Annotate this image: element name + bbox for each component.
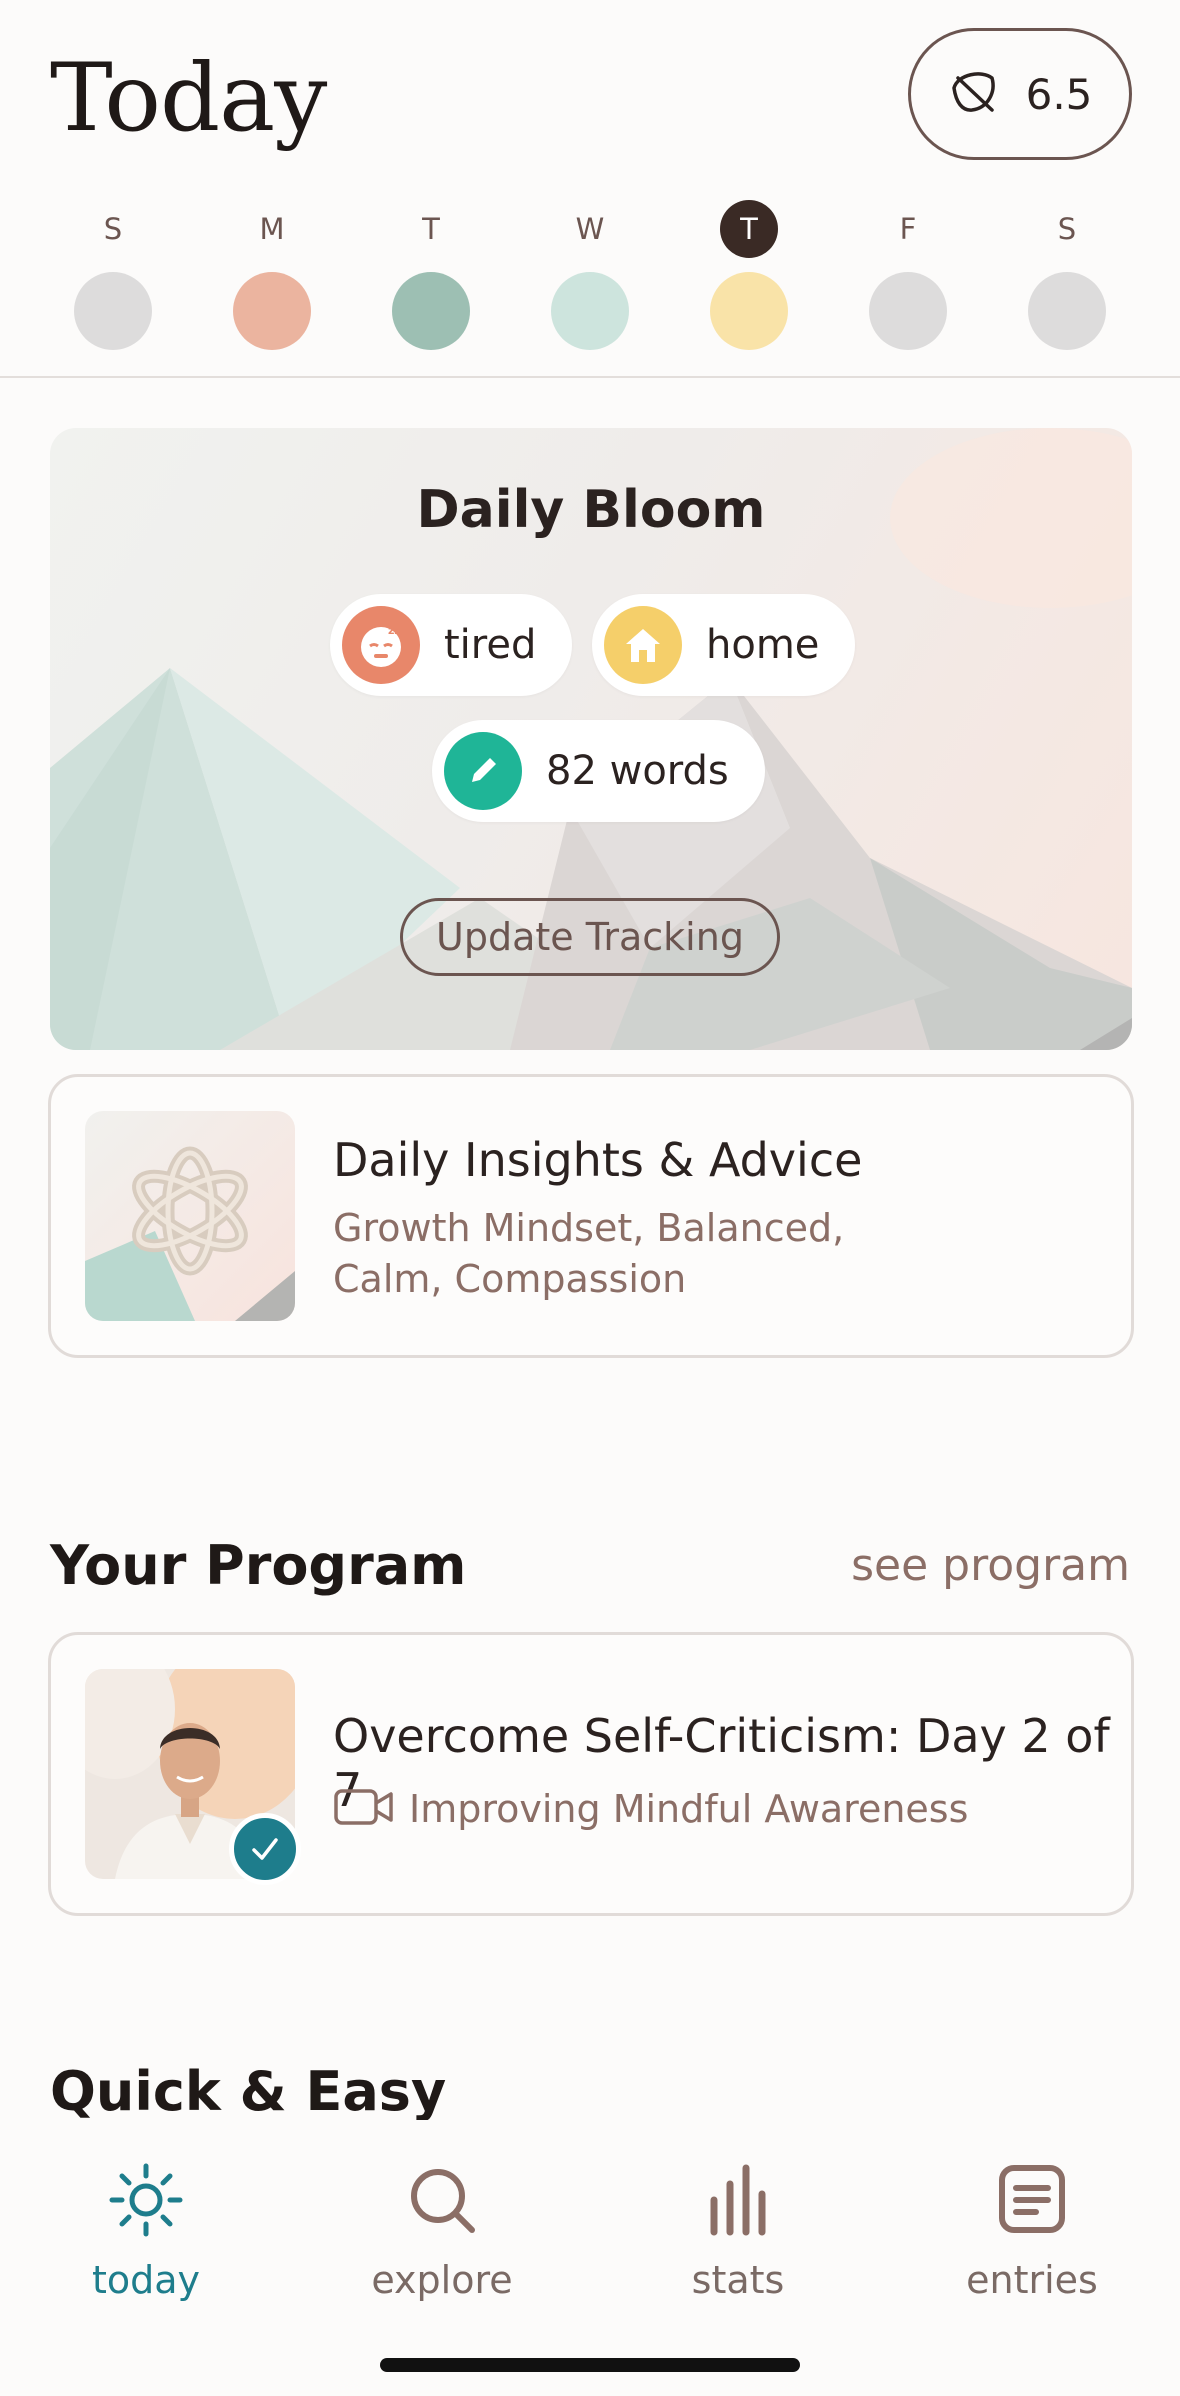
week-strip: S M T W T F S	[34, 200, 1146, 350]
program-subtitle-row: Improving Mindful Awareness	[333, 1787, 968, 1831]
day-letter: W	[575, 212, 605, 246]
pencil-icon	[444, 732, 522, 810]
words-chip[interactable]: 82 words	[432, 720, 765, 822]
home-icon	[604, 606, 682, 684]
day-mood-dot	[869, 272, 947, 350]
mood-label: tired	[444, 622, 537, 668]
insights-title: Daily Insights & Advice	[333, 1133, 863, 1187]
score-value: 6.5	[1025, 69, 1093, 119]
day-mood-dot	[551, 272, 629, 350]
day-thu[interactable]: T	[670, 200, 828, 350]
day-fri[interactable]: F	[829, 200, 987, 350]
completed-check-icon	[229, 1813, 301, 1885]
place-chip[interactable]: home	[592, 594, 856, 696]
nav-explore[interactable]: explore	[332, 2160, 552, 2302]
bar-chart-icon	[698, 2164, 778, 2244]
nav-entries[interactable]: entries	[922, 2160, 1142, 2302]
insights-subtitle-line1: Growth Mindset, Balanced,	[333, 1206, 845, 1250]
nav-today[interactable]: today	[36, 2160, 256, 2302]
day-tue[interactable]: T	[352, 200, 510, 350]
day-letter: T	[422, 212, 440, 246]
day-letter: F	[899, 212, 917, 246]
daily-insights-card[interactable]: Daily Insights & Advice Growth Mindset, …	[48, 1074, 1134, 1358]
daily-bloom-card[interactable]: Daily Bloom zz tired home 82 words Updat…	[50, 428, 1132, 1050]
home-indicator	[380, 2358, 800, 2372]
day-mood-dot	[74, 272, 152, 350]
insights-subtitle-line2: Calm, Compassion	[333, 1257, 687, 1301]
day-letter: S	[1057, 212, 1077, 246]
quick-section-title: Quick & Easy	[50, 2060, 447, 2123]
day-mood-dot	[710, 272, 788, 350]
day-sun[interactable]: S	[34, 200, 192, 350]
nav-today-label: today	[91, 2258, 201, 2302]
score-button[interactable]: 6.5	[908, 28, 1132, 160]
day-mood-dot	[1028, 272, 1106, 350]
page-title: Today	[50, 44, 327, 153]
day-mon[interactable]: M	[193, 200, 351, 350]
insights-thumbnail	[85, 1111, 295, 1321]
day-letter: S	[103, 212, 123, 246]
words-label: 82 words	[546, 748, 729, 794]
day-letter-selected: T	[720, 200, 778, 258]
mood-chip[interactable]: zz tired	[330, 594, 573, 696]
nav-explore-label: explore	[371, 2258, 513, 2302]
program-section-title: Your Program	[50, 1534, 467, 1597]
see-program-link[interactable]: see program	[851, 1540, 1130, 1591]
nav-stats-label: stats	[691, 2258, 785, 2302]
program-subtitle: Improving Mindful Awareness	[409, 1787, 969, 1831]
header-divider	[0, 376, 1180, 378]
search-icon	[402, 2169, 482, 2244]
day-wed[interactable]: W	[511, 200, 669, 350]
day-mood-dot	[233, 272, 311, 350]
sun-icon	[106, 2163, 186, 2244]
tired-face-icon: zz	[342, 606, 420, 684]
nav-stats[interactable]: stats	[628, 2160, 848, 2302]
bottom-nav: today explore stats entries	[0, 2120, 1180, 2396]
day-sat[interactable]: S	[988, 200, 1146, 350]
journal-icon	[992, 2165, 1072, 2244]
nav-entries-label: entries	[966, 2258, 1098, 2302]
update-tracking-button[interactable]: Update Tracking	[400, 898, 780, 976]
video-icon	[333, 1787, 395, 1831]
leaf-icon	[948, 66, 1000, 122]
svg-text:zz: zz	[388, 624, 401, 637]
day-letter: M	[259, 212, 285, 246]
bloom-title: Daily Bloom	[416, 480, 766, 540]
program-card[interactable]: Overcome Self-Criticism: Day 2 of 7 Impr…	[48, 1632, 1134, 1916]
place-label: home	[706, 622, 820, 668]
day-mood-dot	[392, 272, 470, 350]
